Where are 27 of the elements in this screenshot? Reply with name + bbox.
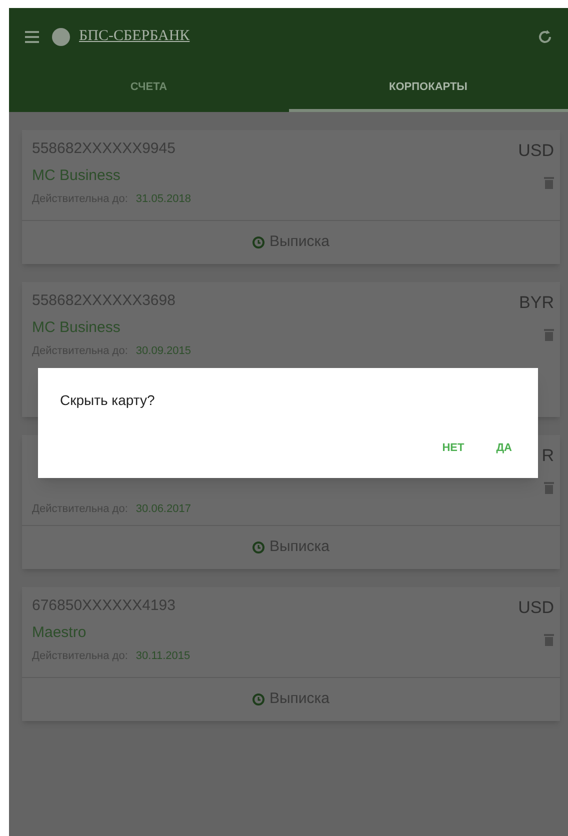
currency: USD bbox=[518, 140, 554, 162]
currency: USD bbox=[518, 597, 554, 619]
trash-icon[interactable] bbox=[544, 176, 554, 188]
dialog-button[interactable]: ДА bbox=[484, 432, 524, 464]
valid-date: 30.11.2015 bbox=[136, 649, 190, 664]
clock-icon bbox=[252, 236, 266, 249]
currency: R bbox=[542, 445, 554, 467]
card-type: MC Business bbox=[32, 318, 122, 338]
dialog-message: Скрыть карту? bbox=[60, 391, 155, 410]
clock-icon bbox=[252, 541, 266, 554]
refresh-icon[interactable] bbox=[538, 30, 552, 44]
tab[interactable]: СЧЕТА bbox=[9, 65, 288, 112]
clock-icon bbox=[252, 693, 266, 706]
dialog-button[interactable]: НЕТ bbox=[430, 432, 476, 464]
brand-name: БПС-СБЕРБАНК bbox=[79, 27, 190, 46]
trash-icon[interactable] bbox=[544, 480, 554, 494]
tab[interactable]: КОРПОКАРТЫ bbox=[288, 65, 568, 112]
card-type: Maestro bbox=[32, 622, 88, 642]
trash-icon[interactable] bbox=[544, 632, 554, 646]
valid-date: 31.05.2018 bbox=[136, 192, 191, 207]
menu-icon[interactable] bbox=[25, 30, 39, 42]
card-type: MC Business bbox=[32, 166, 122, 186]
valid-date: 30.09.2015 bbox=[136, 344, 191, 359]
trash-icon[interactable] bbox=[544, 328, 554, 340]
logo-icon bbox=[51, 26, 71, 46]
currency: BYR bbox=[519, 292, 554, 314]
valid-date: 30.06.2017 bbox=[136, 502, 191, 516]
